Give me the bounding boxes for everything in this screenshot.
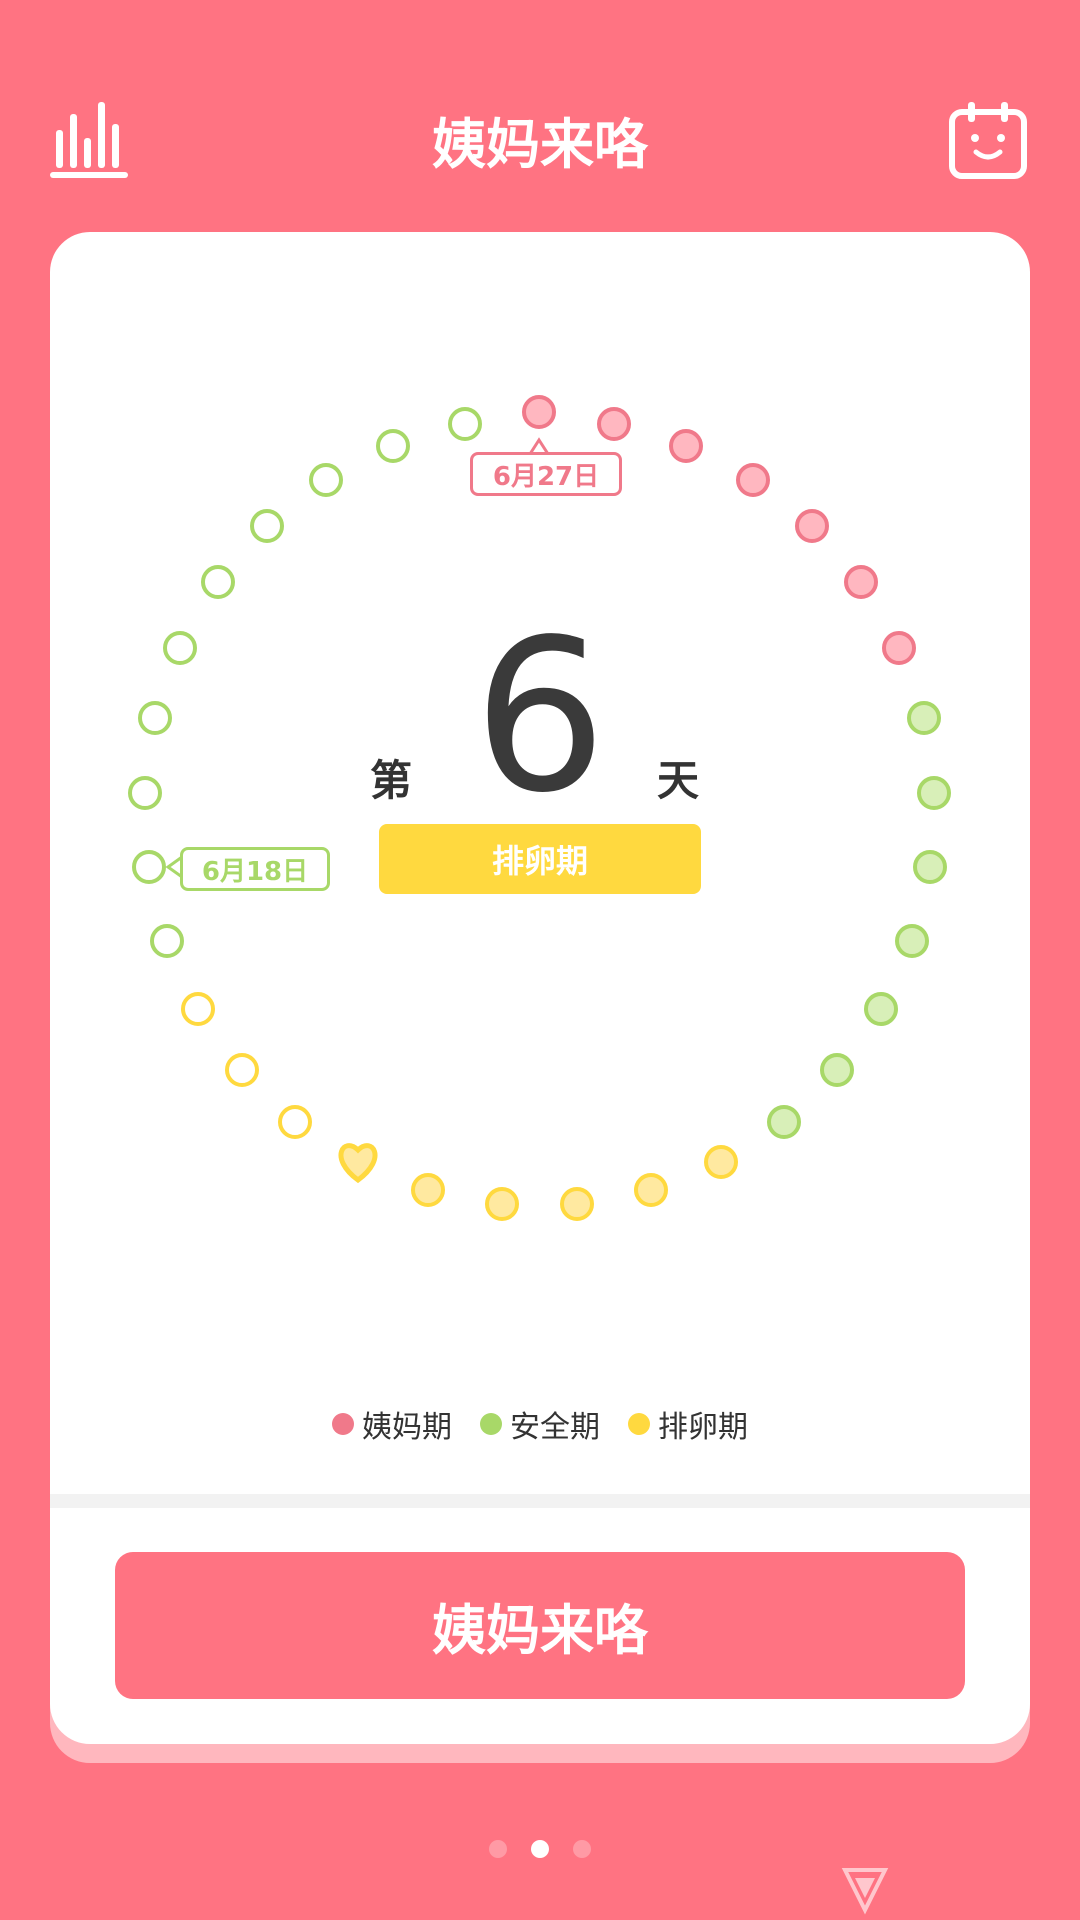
cycle-day-dot-safe	[448, 407, 482, 441]
cycle-day-dot-safe	[138, 701, 172, 735]
cycle-day-dot-period	[597, 407, 631, 441]
cycle-day-dot-ovulation	[411, 1173, 445, 1207]
legend-dot-period	[332, 1413, 354, 1435]
cycle-day-dot-ovulation	[278, 1105, 312, 1139]
cycle-day-dot-safe	[864, 992, 898, 1026]
ovulation-start-date-tag: 6月18日	[180, 847, 330, 891]
calendar-face-icon[interactable]	[948, 100, 1028, 180]
cycle-day-dot-safe	[376, 429, 410, 463]
cycle-day-dot-ovulation	[704, 1145, 738, 1179]
ovulation-day-heart-icon	[338, 1143, 378, 1184]
page-dot-2[interactable]	[531, 1840, 549, 1858]
legend: 姨妈期 安全期 排卵期	[50, 1402, 1030, 1446]
cycle-day-dot-period	[795, 509, 829, 543]
page-dot-3[interactable]	[573, 1840, 591, 1858]
cycle-day-dot-safe	[163, 631, 197, 665]
current-day-number: 6	[473, 594, 607, 839]
legend-label-period: 姨妈期	[362, 1410, 452, 1445]
cycle-day-dot-period	[882, 631, 916, 665]
watermark-logo	[841, 1868, 889, 1915]
cycle-day-dot-safe	[767, 1105, 801, 1139]
cycle-day-dot-period	[522, 395, 556, 429]
cycle-day-dot-period	[844, 565, 878, 599]
page-title: 姨妈来咯	[432, 113, 648, 176]
legend-item-period: 姨妈期	[332, 1402, 452, 1446]
cycle-day-dot-safe	[895, 924, 929, 958]
cycle-day-dot-ovulation	[181, 992, 215, 1026]
cycle-card: 6月27日 6月18日 第 6 天 排卵期 姨妈期 安全期 排卵期 姨妈来咯	[50, 232, 1030, 1744]
cycle-day-dot-safe	[917, 776, 951, 810]
cycle-day-dot-safe	[913, 850, 947, 884]
day-prefix: 第	[370, 756, 413, 805]
cycle-day-dot-ovulation	[560, 1187, 594, 1221]
cycle-day-dot-ovulation	[634, 1173, 668, 1207]
app-header: 姨妈来咯	[0, 0, 1080, 230]
cycle-day-dot-safe	[309, 463, 343, 497]
cycle-day-dot-safe	[201, 565, 235, 599]
page-indicator	[0, 1840, 1080, 1858]
cycle-day-dot-ovulation	[485, 1187, 519, 1221]
legend-label-ovulation: 排卵期	[658, 1410, 748, 1445]
period-start-date-tag: 6月27日	[470, 452, 622, 496]
page-dot-1[interactable]	[489, 1840, 507, 1858]
legend-dot-safe	[480, 1413, 502, 1435]
period-arrived-button[interactable]: 姨妈来咯	[115, 1552, 965, 1699]
divider	[50, 1494, 1030, 1508]
legend-item-safe: 安全期	[480, 1402, 600, 1446]
cycle-day-dot-safe	[132, 850, 166, 884]
cycle-day-dot-safe	[820, 1053, 854, 1087]
phase-badge: 排卵期	[379, 824, 701, 894]
day-suffix: 天	[657, 756, 700, 805]
cycle-day-dot-safe	[128, 776, 162, 810]
legend-item-ovulation: 排卵期	[628, 1402, 748, 1446]
cycle-day-dot-ovulation	[225, 1053, 259, 1087]
cycle-day-dot-period	[669, 429, 703, 463]
cycle-day-dot-period	[736, 463, 770, 497]
legend-dot-ovulation	[628, 1413, 650, 1435]
cycle-day-dot-safe	[250, 509, 284, 543]
cycle-day-dot-safe	[907, 701, 941, 735]
cycle-day-dot-safe	[150, 924, 184, 958]
legend-label-safe: 安全期	[510, 1410, 600, 1445]
